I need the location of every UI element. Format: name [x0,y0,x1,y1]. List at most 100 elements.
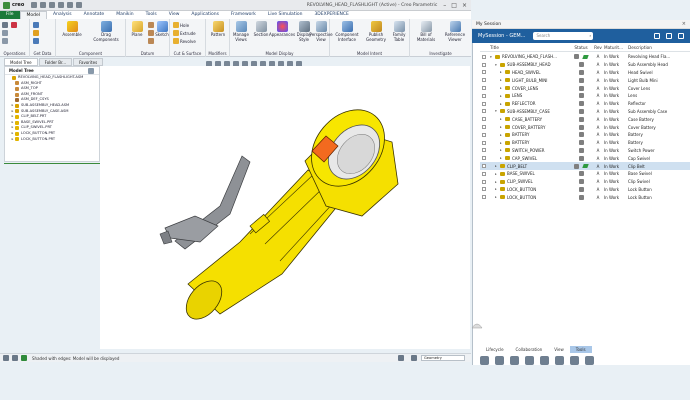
session-row[interactable]: ▸ LIGHT_BULB_MINI A In Work Light Bulb Mini [480,76,690,84]
row-check[interactable] [480,101,490,106]
graphics-window[interactable] [100,66,470,349]
checkbox[interactable] [482,179,486,184]
minimize-icon[interactable]: – [443,2,446,9]
tab-folder-browser[interactable]: Folder Br... [38,58,73,66]
session-row[interactable]: ▾ SUB-ASSEMBLY_HEAD A In Work Sub Assembly H… [480,61,690,69]
session-row[interactable]: ▸ HEAD_SWIVEL A In Work Head Swivel [480,69,690,77]
checkbox[interactable] [482,78,486,83]
copy-geometry-button[interactable] [33,30,40,36]
regenerate-button[interactable] [2,22,9,28]
bill-of-materials-button[interactable]: Bill of Materials [414,21,438,42]
new-icon[interactable] [31,2,38,8]
session-row[interactable]: ▸ LENS A In Work Lens [480,92,690,100]
publish-geometry-button[interactable]: Publish Geometry [364,21,388,42]
close-icon[interactable]: × [682,21,690,27]
checkbox[interactable] [482,117,486,122]
reference-viewer-button[interactable]: Reference Viewer [442,21,468,42]
checkbox[interactable] [482,93,486,98]
checkbox[interactable] [482,171,486,176]
navigator-toggle-icon[interactable] [3,355,9,361]
checkbox[interactable] [482,156,486,161]
tab-3dexperience[interactable]: 3DEXPERIENCE [308,11,354,19]
checkbox[interactable] [482,54,486,59]
session-row[interactable]: ▸ BATTERY A In Work Battery [480,131,690,139]
edit-icon[interactable] [666,33,672,39]
regenerate-icon[interactable] [76,2,83,8]
extrude-button[interactable]: Extrude [173,30,196,36]
session-row[interactable]: ▸ COVER_BATTERY A In Work Cover Battery [480,123,690,131]
shrinkwrap-button[interactable] [33,38,40,44]
row-check[interactable] [480,86,490,91]
selection-filter[interactable]: Geometry [421,355,465,361]
perspective-view-button[interactable]: Perspective View [309,21,333,42]
tab-file[interactable]: File [0,11,20,19]
tab-analysis[interactable]: Analysis [47,11,78,19]
session-row[interactable]: ▸ COVER_LENS A In Work Cover Lens [480,84,690,92]
maximize-icon[interactable]: □ [451,2,457,9]
row-check[interactable] [480,62,490,67]
checkbox[interactable] [482,187,486,192]
session-tab-tools[interactable]: Tools [569,346,592,353]
tag-icon[interactable] [654,33,660,39]
tool-5-icon[interactable] [540,355,549,365]
case-battery-model[interactable] [179,169,345,326]
manage-views-button[interactable]: Manage Views [232,21,250,42]
tool-1-icon[interactable] [480,355,489,365]
component-interface-button[interactable]: Component Interface [332,21,362,42]
tab-favorites[interactable]: Favorites [73,58,104,66]
col-description[interactable]: Description [628,45,674,50]
session-tab-collaboration[interactable]: Collaboration [510,346,549,353]
tab-manikin[interactable]: Manikin [110,11,139,19]
row-check[interactable] [480,187,490,192]
session-row[interactable]: ▸ CAP_SWIVEL A In Work Cap Swivel [480,154,690,162]
session-tab-view[interactable]: View [548,346,570,353]
row-check[interactable] [480,78,490,83]
paste-button[interactable] [2,38,9,44]
col-rev[interactable]: Rev [592,45,604,50]
tab-model[interactable]: Model [19,11,48,19]
pattern-button[interactable]: Pattern [208,21,228,38]
plane-button[interactable]: Plane [128,21,146,38]
tool-4-icon[interactable] [525,355,534,365]
checkbox[interactable] [482,125,486,130]
row-check[interactable] [480,195,490,200]
session-tab-lifecycle[interactable]: Lifecycle [480,346,510,353]
row-check[interactable] [480,179,490,184]
session-row[interactable]: ▸ BATTERY A In Work Battery [480,139,690,147]
checkbox[interactable] [482,132,486,137]
section-button[interactable]: Section [252,21,270,38]
udf-button[interactable] [33,22,40,28]
checkbox[interactable] [482,164,486,169]
browser-toggle-icon[interactable] [12,355,18,361]
session-row[interactable]: ▸ LOCK_BUTTON A In Work Lock Button [480,186,690,194]
row-check[interactable] [480,109,490,114]
drag-components-button[interactable]: Drag Components [90,21,122,42]
session-row[interactable]: ▸ BASE_SWIVEL A In Work Base Swivel [480,170,690,178]
col-status[interactable]: Status [570,45,592,50]
tree-splitter[interactable] [4,163,100,164]
session-search-input[interactable]: Search ⌕ [533,32,594,40]
col-maturity[interactable]: Maturit... [604,45,628,50]
checkbox[interactable] [482,70,486,75]
checkbox[interactable] [482,140,486,145]
tab-live-simulation[interactable]: Live Simulation [262,11,309,19]
undo-icon[interactable] [58,2,65,8]
row-check[interactable] [480,125,490,130]
tool-7-icon[interactable] [570,355,579,365]
row-check[interactable] [480,164,490,169]
selection-icon[interactable] [411,355,417,361]
delete-button[interactable] [11,22,18,28]
tree-settings-icon[interactable] [88,67,94,74]
checkbox[interactable] [482,148,486,153]
session-row[interactable]: ▾ REVOLVING_HEAD_FLASH... A In Work Revolvin… [480,53,690,61]
tab-applications[interactable]: Applications [185,11,225,19]
checkbox[interactable] [482,109,486,114]
tab-model-tree[interactable]: Model Tree [4,58,38,66]
hole-button[interactable]: Hole [173,22,189,28]
csys-button[interactable] [148,38,155,44]
checkbox[interactable] [482,195,486,200]
session-row[interactable]: ▸ SWITCH_POWER A In Work Switch Power [480,147,690,155]
tab-annotate[interactable]: Annotate [78,11,111,19]
session-row[interactable]: ▸ LOCK_BUTTON A In Work Lock Button [480,193,690,201]
tool-8-icon[interactable] [585,355,594,365]
